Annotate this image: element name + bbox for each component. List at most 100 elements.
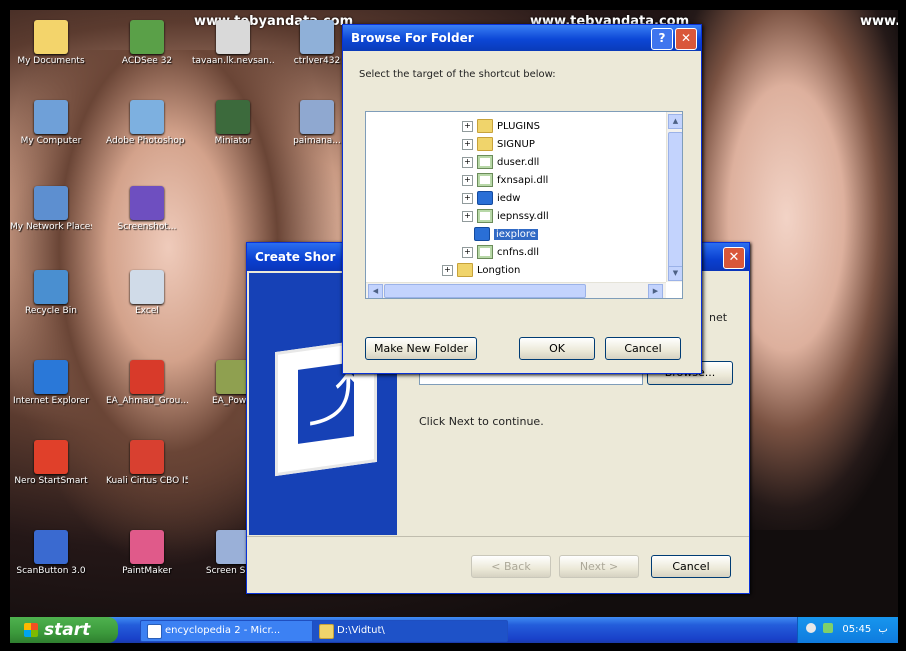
expand-icon[interactable]: + bbox=[462, 156, 473, 168]
desktop-icon-label: Adobe Photoshop CS bbox=[106, 136, 188, 146]
desktop-icon-label: Screenshot... bbox=[117, 222, 177, 232]
network-icon bbox=[34, 186, 68, 220]
desktop-icon[interactable]: My Computer bbox=[10, 100, 92, 147]
next-button[interactable]: Next > bbox=[559, 555, 639, 578]
tree-item-label: iedw bbox=[497, 193, 521, 204]
desktop-icon-label: EA_Ahmad_Grou... bbox=[106, 396, 188, 406]
doc-icon bbox=[130, 270, 164, 304]
tray-clock[interactable]: 05:45 bbox=[842, 624, 871, 635]
tree-item[interactable]: + SIGNUP bbox=[462, 136, 535, 154]
tree-item[interactable]: + cnfns.dll bbox=[462, 244, 539, 262]
shortcut-icon bbox=[216, 360, 250, 394]
nero-icon bbox=[34, 440, 68, 474]
screenshot-icon bbox=[130, 186, 164, 220]
scroll-left-icon[interactable]: ◀ bbox=[368, 284, 383, 298]
miniator-icon bbox=[216, 100, 250, 134]
start-button[interactable]: start bbox=[10, 617, 118, 643]
desktop-icon[interactable]: EA_Ahmad_Grou... bbox=[106, 360, 188, 407]
tree-hscroll-thumb[interactable] bbox=[384, 284, 586, 298]
taskbar-item-vidtut[interactable]: D:\Vidtut\ bbox=[312, 620, 508, 642]
browse-cancel-button[interactable]: Cancel bbox=[605, 337, 681, 360]
expand-icon[interactable]: + bbox=[462, 210, 473, 222]
scan-icon bbox=[34, 530, 68, 564]
ok-button[interactable]: OK bbox=[519, 337, 595, 360]
tray-network-icon[interactable] bbox=[806, 623, 816, 633]
tray-language[interactable]: ب bbox=[878, 624, 887, 635]
expand-icon[interactable]: + bbox=[462, 192, 473, 204]
desktop-icon[interactable]: ScanButton 3.0 bbox=[10, 530, 92, 577]
desktop-icon-label: ScanButton 3.0 bbox=[16, 566, 86, 576]
exe-file-icon bbox=[474, 227, 490, 241]
wizard-footer: < Back Next > Cancel bbox=[247, 536, 749, 593]
desktop-icon[interactable]: ACDSee 32 bbox=[106, 20, 188, 67]
desktop-icon[interactable]: Excel bbox=[106, 270, 188, 317]
desktop-icon[interactable]: Screenshot... bbox=[106, 186, 188, 233]
desktop-icon[interactable]: My Network Places bbox=[10, 186, 92, 233]
tree-item-label: SIGNUP bbox=[497, 139, 535, 150]
exe-file-icon bbox=[477, 191, 493, 205]
browse-titlebar[interactable]: Browse For Folder bbox=[343, 25, 701, 51]
expand-icon[interactable]: + bbox=[462, 174, 473, 186]
shortcut-icon bbox=[130, 440, 164, 474]
desktop-icon-label: My Documents bbox=[17, 56, 85, 66]
scroll-down-icon[interactable]: ▼ bbox=[668, 266, 682, 281]
tree-vertical-scrollbar[interactable]: ▲ ▼ bbox=[666, 112, 682, 282]
tree-item-label: fxnsapi.dll bbox=[497, 175, 549, 186]
ie-icon bbox=[34, 360, 68, 394]
expand-icon[interactable]: + bbox=[462, 246, 473, 258]
dll-file-icon bbox=[477, 155, 493, 169]
help-button[interactable]: ? bbox=[651, 28, 673, 50]
tree-item-label: iexplore bbox=[494, 229, 538, 240]
tree-horizontal-scrollbar[interactable]: ◀ ▶ bbox=[366, 282, 666, 298]
tree-item[interactable]: + fxnsapi.dll bbox=[462, 172, 548, 190]
dll-file-icon bbox=[477, 209, 493, 223]
desktop-icon-label: Nero StartSmart bbox=[14, 476, 88, 486]
word-doc-icon bbox=[147, 624, 162, 639]
tree-item[interactable]: + iepnssy.dll bbox=[462, 208, 549, 226]
wizard-close-button[interactable]: ✕ bbox=[723, 247, 745, 269]
desktop-icon[interactable]: Miniator bbox=[192, 100, 274, 147]
desktop-icon[interactable]: Kuali Cirtus CBO I5 bbox=[106, 440, 188, 487]
tree-item[interactable]: + iedw bbox=[462, 190, 520, 208]
tree-vscroll-thumb[interactable] bbox=[668, 132, 682, 274]
dll-file-icon bbox=[477, 245, 493, 259]
desktop-icon[interactable]: Nero StartSmart bbox=[10, 440, 92, 487]
tree-item[interactable]: iexplore bbox=[474, 226, 538, 244]
tree-item[interactable]: + PLUGINS bbox=[462, 118, 540, 136]
taskbar: start encyclopedia 2 - Micr... D:\Vidtut… bbox=[10, 617, 898, 643]
wizard-cancel-button[interactable]: Cancel bbox=[651, 555, 731, 578]
desktop-icon[interactable]: Internet Explorer bbox=[10, 360, 92, 407]
folder-tree[interactable]: + PLUGINS + SIGNUP + duser.dll + fxnsapi.dll + ie… bbox=[365, 111, 683, 299]
expand-icon[interactable]: + bbox=[462, 138, 473, 150]
scroll-up-icon[interactable]: ▲ bbox=[668, 114, 682, 129]
tree-item[interactable]: + Longtion bbox=[442, 262, 520, 280]
desktop-icon-label: Internet Explorer bbox=[12, 396, 90, 406]
shortcut-icon bbox=[130, 360, 164, 394]
browse-prompt: Select the target of the shortcut below: bbox=[359, 69, 556, 80]
desktop: www.tebyandata.com www.tebyandata.com ww… bbox=[10, 10, 898, 643]
scroll-right-icon[interactable]: ▶ bbox=[648, 284, 663, 298]
make-new-folder-button[interactable]: Make New Folder bbox=[365, 337, 477, 360]
computer-icon bbox=[34, 100, 68, 134]
browse-close-button[interactable]: ✕ bbox=[675, 28, 697, 50]
expand-icon[interactable]: + bbox=[442, 264, 453, 276]
doc-icon bbox=[216, 530, 250, 564]
desktop-icon[interactable]: Recycle Bin bbox=[10, 270, 92, 317]
desktop-icon[interactable]: tavaan.lk.nevsan... bbox=[192, 20, 274, 67]
folder-docs-icon bbox=[34, 20, 68, 54]
back-button[interactable]: < Back bbox=[471, 555, 551, 578]
desktop-icon[interactable]: PaintMaker bbox=[106, 530, 188, 577]
wizard-hint: Click Next to continue. bbox=[419, 415, 544, 428]
desktop-icon[interactable]: My Documents bbox=[10, 20, 92, 67]
desktop-icon[interactable]: Adobe Photoshop CS bbox=[106, 100, 188, 147]
tree-item-label: duser.dll bbox=[497, 157, 540, 168]
desktop-icon-label: Kuali Cirtus CBO I5 bbox=[106, 476, 188, 486]
expand-icon[interactable]: + bbox=[462, 120, 473, 132]
desktop-icon-label: PaintMaker bbox=[122, 566, 172, 576]
wizard-partial-text: net bbox=[709, 311, 728, 324]
tray-app-icon[interactable] bbox=[823, 623, 834, 633]
taskbar-item-encyclopedia[interactable]: encyclopedia 2 - Micr... bbox=[140, 620, 316, 642]
tree-item[interactable]: + duser.dll bbox=[462, 154, 539, 172]
desktop-icon-label: Excel bbox=[135, 306, 159, 316]
folder-icon bbox=[477, 137, 493, 151]
